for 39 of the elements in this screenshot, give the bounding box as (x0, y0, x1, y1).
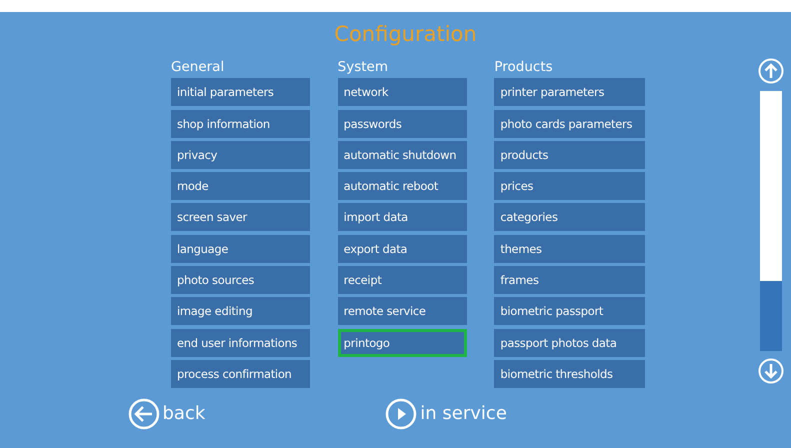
column-heading: System (338, 60, 390, 74)
menu-item[interactable]: language (171, 234, 310, 263)
in-service-button[interactable]: in service (385, 398, 507, 430)
scroll-down-icon[interactable] (758, 358, 784, 384)
column-heading: Products (494, 60, 554, 74)
menu-item[interactable]: printer parameters (494, 78, 645, 106)
menu-item[interactable]: network (338, 78, 468, 106)
scrollbar-thumb[interactable] (760, 281, 782, 351)
menu-item[interactable]: passport photos data (494, 328, 645, 357)
menu-item[interactable]: themes (494, 234, 645, 263)
back-button[interactable]: back (128, 398, 206, 430)
menu-item[interactable]: products (494, 140, 645, 169)
menu-item[interactable]: automatic reboot (338, 172, 468, 200)
menu-item[interactable]: prices (494, 172, 645, 200)
menu-item[interactable]: passwords (338, 110, 468, 138)
menu-item[interactable]: printogo (338, 328, 468, 357)
menu-item[interactable]: image editing (171, 297, 310, 326)
menu-item[interactable]: automatic shutdown (338, 140, 468, 169)
menu-item[interactable]: biometric passport (494, 297, 645, 326)
menu-item[interactable]: privacy (171, 140, 310, 169)
menu-item[interactable]: photo cards parameters (494, 110, 645, 138)
menu-item[interactable]: initial parameters (171, 78, 310, 106)
menu-item[interactable]: import data (338, 203, 468, 232)
scroll-up-icon[interactable] (758, 58, 784, 84)
menu-item[interactable]: mode (171, 172, 310, 200)
menu-item[interactable]: export data (338, 234, 468, 263)
menu-item[interactable]: process confirmation (171, 360, 310, 388)
play-icon (385, 398, 418, 430)
page-title: Configuration (334, 22, 477, 48)
menu-item[interactable]: end user informations (171, 328, 310, 357)
menu-item[interactable]: receipt (338, 266, 468, 294)
column-heading: General (171, 60, 226, 74)
menu-item[interactable]: remote service (338, 297, 468, 326)
menu-item[interactable]: shop information (171, 110, 310, 138)
menu-item[interactable]: categories (494, 203, 645, 232)
menu-item[interactable]: screen saver (171, 203, 310, 232)
menu-item[interactable]: frames (494, 266, 645, 294)
menu-item[interactable]: photo sources (171, 266, 310, 294)
menu-item[interactable]: biometric thresholds (494, 360, 645, 388)
